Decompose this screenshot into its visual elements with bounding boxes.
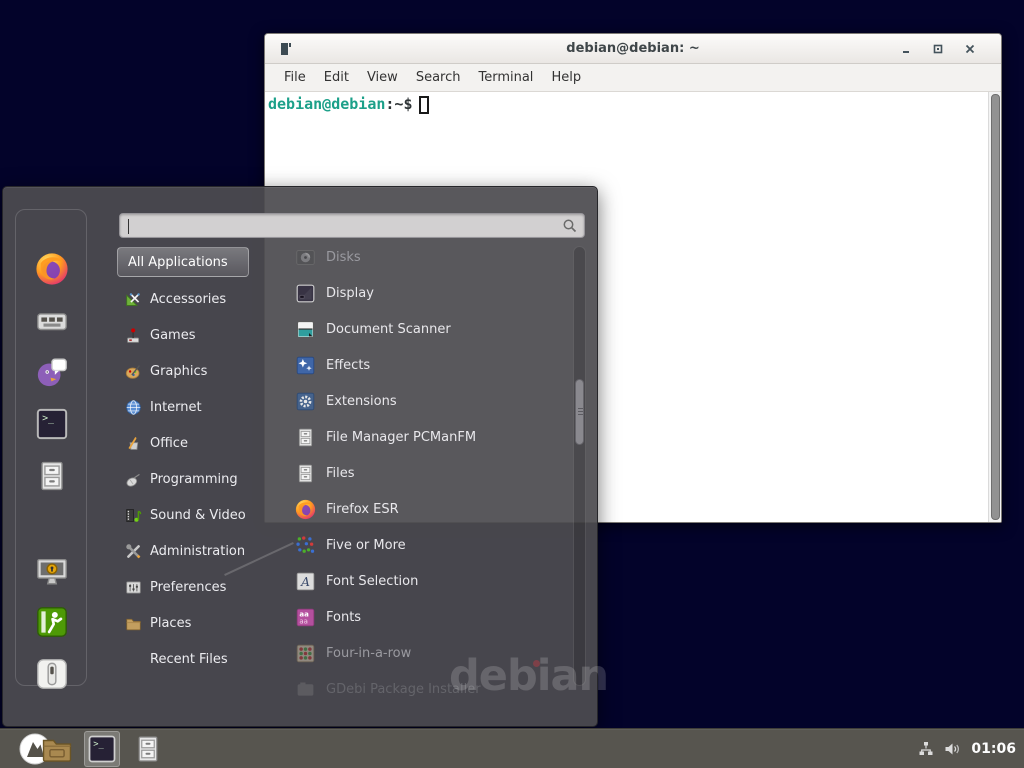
terminal-titlebar[interactable]: debian@debian: ~ [265, 34, 1001, 64]
extensions-icon [295, 391, 316, 412]
app-item-extensions[interactable]: Extensions [263, 383, 569, 419]
programming-icon [125, 471, 142, 488]
file-manager-icon [295, 427, 316, 448]
category-recent-files[interactable]: Recent Files [117, 641, 263, 677]
menu-app-list: Disks Display Document Scanner Effects E… [263, 239, 569, 707]
menu-terminal[interactable]: Terminal [469, 67, 542, 88]
svg-text:>_: >_ [93, 740, 104, 750]
menu-scrollbar[interactable] [573, 246, 586, 686]
files-icon [295, 463, 316, 484]
search-input[interactable] [120, 214, 584, 237]
five-or-more-icon [295, 535, 316, 556]
file-cabinet-icon [133, 734, 163, 764]
volume-icon[interactable] [944, 741, 961, 757]
firefox-icon [295, 499, 316, 520]
svg-text:A: A [300, 574, 310, 588]
search-icon [562, 218, 578, 234]
terminal-icon[interactable]: >_ [35, 407, 69, 441]
menu-search-box [119, 213, 585, 238]
effects-icon [295, 355, 316, 376]
category-preferences[interactable]: Preferences [117, 569, 263, 605]
terminal-taskbar-button[interactable]: >_ [84, 731, 120, 767]
prompt-user-host: debian@debian [268, 95, 385, 113]
four-in-a-row-icon [295, 643, 316, 664]
menu-help[interactable]: Help [542, 67, 590, 88]
category-programming[interactable]: Programming [117, 461, 263, 497]
category-all-applications[interactable]: All Applications [117, 247, 249, 277]
application-menu: >_ All Applicatio [2, 186, 598, 727]
firefox-icon[interactable] [35, 252, 69, 286]
keyboard-icon[interactable] [35, 304, 69, 338]
category-office[interactable]: Office [117, 425, 263, 461]
places-icon [125, 615, 142, 632]
accessories-icon [125, 291, 142, 308]
app-item-fonts[interactable]: aaaa Fonts [263, 599, 569, 635]
svg-text:>_: >_ [42, 413, 54, 424]
folder-icon [40, 732, 74, 766]
sound-video-icon [125, 507, 142, 524]
system-tray: 01:06 [918, 729, 1016, 768]
close-button[interactable] [964, 43, 975, 54]
prompt-path: :~$ [385, 95, 412, 113]
clock[interactable]: 01:06 [971, 741, 1016, 757]
category-games[interactable]: Games [117, 317, 263, 353]
app-item-effects[interactable]: Effects [263, 347, 569, 383]
menu-edit[interactable]: Edit [315, 67, 358, 88]
pidgin-icon[interactable] [35, 355, 69, 389]
menu-scrollbar-thumb[interactable] [575, 379, 584, 445]
file-manager-launcher[interactable] [39, 731, 75, 767]
category-graphics[interactable]: Graphics [117, 353, 263, 389]
category-administration[interactable]: Administration [117, 533, 263, 569]
network-icon[interactable] [918, 741, 934, 757]
app-item-disks[interactable]: Disks [263, 239, 569, 275]
app-item-five-or-more[interactable]: Five or More [263, 527, 569, 563]
app-item-files[interactable]: Files [263, 455, 569, 491]
desktop: debian@debian: ~ File Edit View Search T… [0, 0, 1024, 768]
category-accessories[interactable]: Accessories [117, 281, 263, 317]
app-item-firefox-esr[interactable]: Firefox ESR [263, 491, 569, 527]
administration-icon [125, 543, 142, 560]
terminal-scrollbar-thumb[interactable] [991, 94, 1000, 520]
terminal-menubar: File Edit View Search Terminal Help [265, 64, 1001, 92]
font-selection-icon: A [295, 571, 316, 592]
lock-screen-icon[interactable] [35, 554, 69, 588]
graphics-icon [125, 363, 142, 380]
app-item-font-selection[interactable]: A Font Selection [263, 563, 569, 599]
files-taskbar-button[interactable] [130, 731, 166, 767]
internet-icon [125, 399, 142, 416]
display-icon [295, 283, 316, 304]
category-internet[interactable]: Internet [117, 389, 263, 425]
fonts-icon: aaaa [295, 607, 316, 628]
preferences-icon [125, 579, 142, 596]
menu-view[interactable]: View [358, 67, 407, 88]
terminal-icon: >_ [87, 734, 117, 764]
terminal-cursor [419, 96, 429, 114]
menu-search[interactable]: Search [407, 67, 470, 88]
watermark-red-dot [533, 660, 540, 667]
app-item-file-manager-pcmanfm[interactable]: File Manager PCManFM [263, 419, 569, 455]
terminal-title: debian@debian: ~ [265, 41, 1001, 56]
terminal-scrollbar[interactable] [988, 92, 1001, 522]
search-caret [128, 219, 129, 234]
menu-file[interactable]: File [275, 67, 315, 88]
disks-icon [295, 247, 316, 268]
app-item-document-scanner[interactable]: Document Scanner [263, 311, 569, 347]
shutdown-icon[interactable] [35, 657, 69, 691]
category-sound-video[interactable]: Sound & Video [117, 497, 263, 533]
maximize-button[interactable] [932, 43, 943, 54]
menu-sidebar: >_ [15, 209, 87, 686]
gdebi-icon [295, 679, 316, 700]
file-manager-icon[interactable] [35, 459, 69, 493]
office-icon [125, 435, 142, 452]
category-places[interactable]: Places [117, 605, 263, 641]
menu-categories: All Applications Accessories Games Graph… [117, 247, 263, 677]
app-item-display[interactable]: Display [263, 275, 569, 311]
minimize-button[interactable] [900, 43, 911, 54]
taskbar: >_ 01:06 [0, 728, 1024, 768]
document-scanner-icon [295, 319, 316, 340]
log-out-icon[interactable] [35, 605, 69, 639]
games-icon [125, 327, 142, 344]
debian-watermark: debian [449, 651, 608, 701]
svg-text:aa: aa [299, 617, 308, 625]
